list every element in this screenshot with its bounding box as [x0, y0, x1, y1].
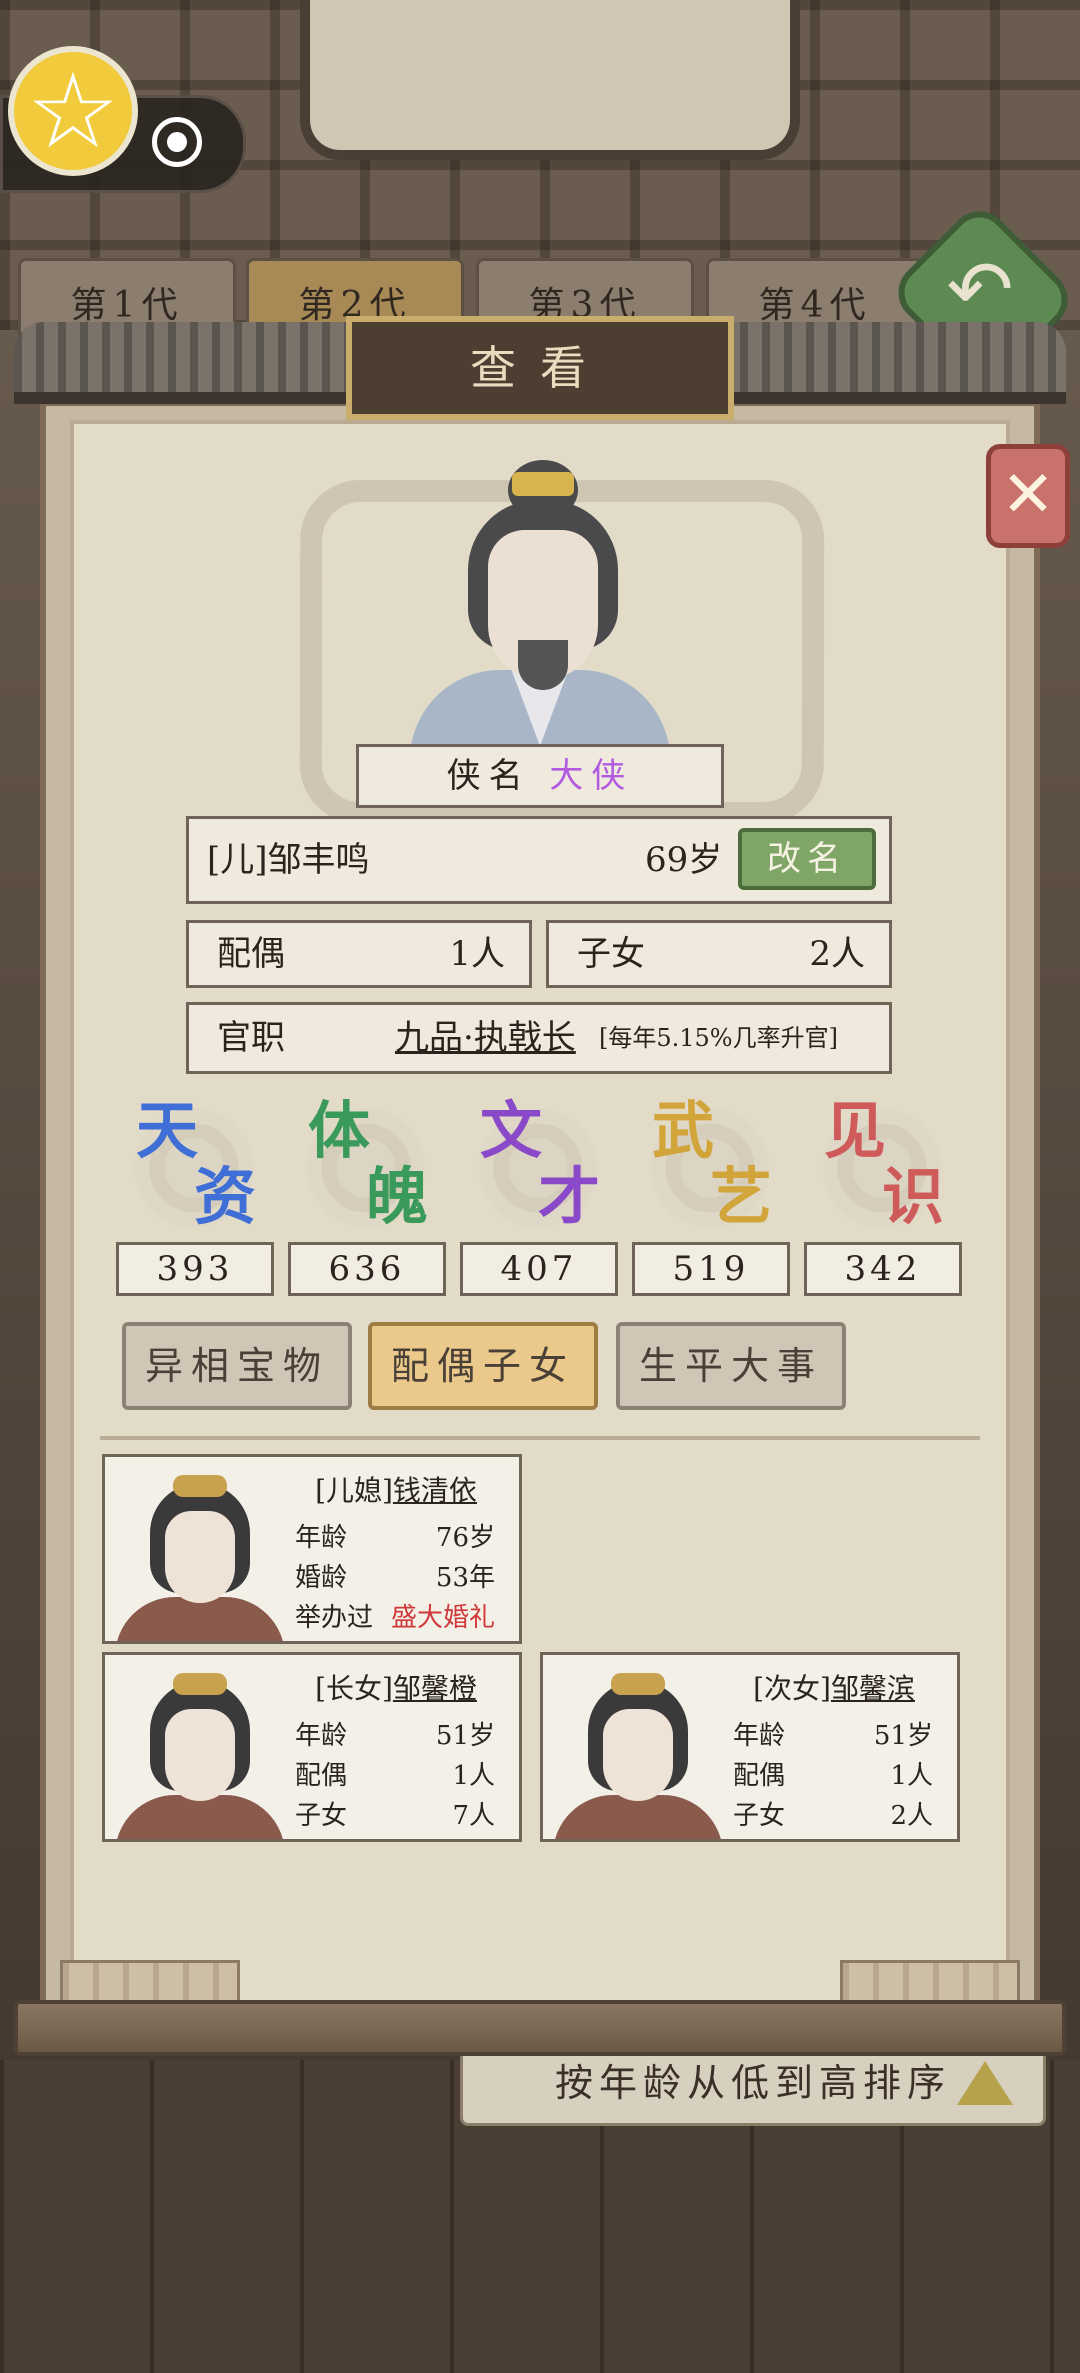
relative-portrait: [553, 1665, 723, 1839]
children-value: 2人: [809, 934, 865, 974]
relative-row: 子女 2人: [733, 1801, 933, 1831]
tab-life-events[interactable]: 生平大事: [616, 1322, 846, 1410]
relative-portrait: [115, 1467, 285, 1641]
stat-value: 636: [288, 1242, 446, 1296]
relative-card[interactable]: [长女]邹馨橙 年龄 51岁配偶 1人子女 7人: [102, 1652, 522, 1842]
relative-row: 年龄 51岁: [295, 1721, 495, 1751]
stat-value: 342: [804, 1242, 962, 1296]
relative-card[interactable]: [次女]邹馨滨 年龄 51岁配偶 1人子女 2人: [540, 1652, 960, 1842]
spouse-value: 1人: [449, 934, 505, 974]
relative-row: 婚龄 53年: [295, 1563, 495, 1593]
stat-label: 见识: [824, 1094, 944, 1233]
spouse-box: 配偶 1人: [186, 920, 532, 988]
relative-title: [次女]邹馨滨: [753, 1672, 915, 1705]
relative-row: 年龄 51岁: [733, 1721, 933, 1751]
close-icon[interactable]: ✕: [986, 444, 1070, 548]
hero-name: [儿]邹丰鸣: [207, 840, 370, 880]
nickname-value: 大侠: [549, 756, 634, 796]
relative-row: 配偶 1人: [733, 1761, 933, 1791]
record-dot: [167, 132, 187, 152]
sort-label: 按年龄从低到高排序: [554, 2061, 951, 2105]
panel-base-right: [840, 1960, 1020, 2004]
hero-portrait: [400, 440, 680, 745]
relative-title: [儿媳]钱清依: [315, 1474, 477, 1507]
office-value: 九品·执戟长: [395, 1018, 576, 1058]
office-note: [每年5.15%几率升官]: [599, 1024, 838, 1052]
relative-portrait: [115, 1665, 285, 1839]
stat-label: 文才: [480, 1094, 600, 1233]
relative-card[interactable]: [儿媳]钱清依 年龄 76岁婚龄 53年举办过 盛大婚礼: [102, 1454, 522, 1644]
rename-button[interactable]: 改名: [738, 828, 876, 890]
office-label: 官职: [217, 1018, 285, 1058]
stat-value: 519: [632, 1242, 790, 1296]
stat-label: 天资: [136, 1094, 256, 1233]
tab-family[interactable]: 配偶子女: [368, 1322, 598, 1410]
relative-row: 配偶 1人: [295, 1761, 495, 1791]
stat-value: 393: [116, 1242, 274, 1296]
star-icon[interactable]: ☆: [8, 46, 138, 176]
panel-title: 查看: [346, 316, 734, 420]
triangle-icon: [957, 2061, 1013, 2105]
stat-value: 407: [460, 1242, 618, 1296]
background-painting: [300, 0, 800, 160]
panel-base-left: [60, 1960, 240, 2004]
relative-row: 举办过 盛大婚礼: [295, 1603, 495, 1633]
children-box: 子女 2人: [546, 920, 892, 988]
stat-label: 武艺: [652, 1094, 772, 1233]
office-box: 官职 九品·执戟长 [每年5.15%几率升官]: [186, 1002, 892, 1074]
hero-age: 69岁: [645, 840, 723, 880]
panel-base: [14, 2000, 1066, 2056]
nickname-label: 侠名: [446, 756, 531, 796]
relative-title: [长女]邹馨橙: [315, 1672, 477, 1705]
children-label: 子女: [577, 934, 645, 974]
stat-label: 体魄: [308, 1094, 428, 1233]
relative-row: 年龄 76岁: [295, 1523, 495, 1553]
divider: [100, 1436, 980, 1440]
tab-treasures[interactable]: 异相宝物: [122, 1322, 352, 1410]
relative-row: 子女 7人: [295, 1801, 495, 1831]
spouse-label: 配偶: [217, 934, 285, 974]
nickname-box: 侠名 大侠: [356, 744, 724, 808]
